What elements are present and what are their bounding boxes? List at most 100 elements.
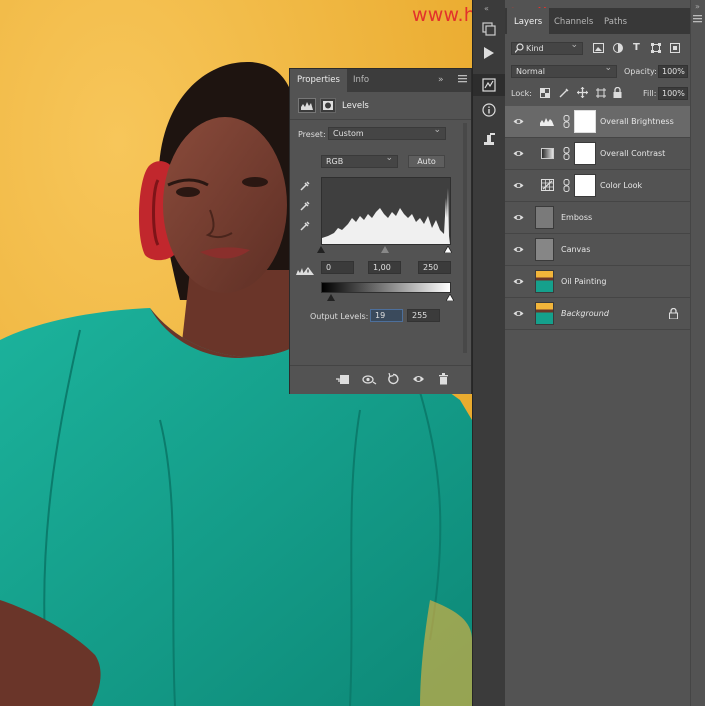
layer-thumbnail[interactable] xyxy=(535,238,554,261)
properties-scrollbar[interactable] xyxy=(463,123,467,353)
gradient-map-icon xyxy=(541,148,554,161)
search-icon xyxy=(514,43,524,55)
layer-thumbnail[interactable] xyxy=(535,302,554,325)
adjustments-strip-button[interactable] xyxy=(473,74,505,96)
lock-all-icon[interactable] xyxy=(613,86,622,100)
mask-icon[interactable] xyxy=(320,98,336,113)
tab-layers[interactable]: Layers xyxy=(507,8,550,34)
tab-properties[interactable]: Properties xyxy=(290,69,347,92)
tab-channels[interactable]: Channels xyxy=(547,8,600,34)
filter-adjustment-icon[interactable] xyxy=(613,43,623,55)
info-icon[interactable] xyxy=(482,103,496,119)
auto-button[interactable]: Auto xyxy=(408,155,445,168)
tab-info[interactable]: Info xyxy=(346,69,376,92)
layer-name[interactable]: Overall Contrast xyxy=(600,138,665,170)
filter-type-icon[interactable]: T xyxy=(633,42,640,53)
layer-name[interactable]: Background xyxy=(561,298,609,330)
input-white-slider[interactable] xyxy=(443,245,453,255)
layer-mask-thumbnail[interactable] xyxy=(574,110,596,133)
layer-row[interactable]: Canvas xyxy=(505,234,691,266)
layer-row[interactable]: Color Look xyxy=(505,170,691,202)
lock-artboard-icon[interactable] xyxy=(596,88,606,100)
layer-mask-thumbnail[interactable] xyxy=(574,142,596,165)
clipping-warning-icon[interactable] xyxy=(295,266,315,278)
lock-label: Lock: xyxy=(511,89,532,98)
layer-row[interactable]: Emboss xyxy=(505,202,691,234)
trash-icon[interactable] xyxy=(438,373,449,387)
output-black-slider[interactable] xyxy=(327,294,335,303)
view-previous-icon[interactable] xyxy=(362,374,377,387)
output-white-slider[interactable] xyxy=(445,293,455,303)
lock-position-icon[interactable] xyxy=(577,87,588,100)
layer-list: Overall Brightness Overall Contrast Colo… xyxy=(505,106,691,336)
layers-panel: Layers Channels Paths Kind T Normal Opac… xyxy=(505,8,705,706)
lock-icon[interactable] xyxy=(669,307,678,321)
layer-row[interactable]: Overall Contrast xyxy=(505,138,691,170)
output-white-field[interactable]: 255 xyxy=(407,309,440,322)
input-black-slider[interactable] xyxy=(317,246,325,255)
channel-dropdown[interactable]: RGB xyxy=(321,153,398,168)
fill-field[interactable]: 100% xyxy=(658,87,688,100)
layer-row[interactable]: Background xyxy=(505,298,691,330)
collapse-left-icon[interactable]: « xyxy=(484,4,489,13)
layer-row[interactable]: Overall Brightness xyxy=(505,106,691,138)
divider xyxy=(290,119,471,120)
eye-icon[interactable] xyxy=(513,309,524,318)
layer-row[interactable]: Oil Painting xyxy=(505,266,691,298)
gray-eyedropper-icon[interactable] xyxy=(299,200,311,214)
collapse-right-icon[interactable]: » xyxy=(695,2,700,11)
layer-thumbnail[interactable] xyxy=(535,270,554,293)
play-icon[interactable] xyxy=(484,47,494,61)
layer-name[interactable]: Canvas xyxy=(561,234,590,266)
preset-dropdown[interactable]: Custom xyxy=(328,125,446,140)
output-black-field[interactable]: 19 xyxy=(370,309,403,322)
layer-name[interactable]: Oil Painting xyxy=(561,266,606,298)
chain-link-icon[interactable] xyxy=(563,147,570,162)
input-black-field[interactable]: 0 xyxy=(321,261,354,274)
right-dock-edge: » xyxy=(690,0,705,706)
levels-adjustment-icon xyxy=(539,116,555,129)
blend-mode-dropdown[interactable]: Normal xyxy=(511,63,617,78)
layers-menu-icon[interactable] xyxy=(693,14,702,25)
clip-to-layer-icon[interactable] xyxy=(336,374,350,387)
input-gamma-field[interactable]: 1,00 xyxy=(368,261,401,274)
properties-panel: Properties Info » Levels Preset: Custom … xyxy=(289,68,472,394)
eye-icon[interactable] xyxy=(513,149,524,158)
tab-paths[interactable]: Paths xyxy=(597,8,634,34)
filter-smart-object-icon[interactable] xyxy=(670,43,680,55)
filter-pixel-icon[interactable] xyxy=(593,43,604,55)
histogram-icon[interactable] xyxy=(298,98,316,113)
eye-icon[interactable] xyxy=(513,277,524,286)
clone-source-icon[interactable] xyxy=(482,133,496,149)
eye-icon[interactable] xyxy=(513,245,524,254)
collapse-icon[interactable]: » xyxy=(438,75,444,85)
layer-name[interactable]: Emboss xyxy=(561,202,592,234)
properties-tabbar: Properties Info » xyxy=(290,69,471,92)
eye-icon[interactable] xyxy=(513,181,524,190)
chain-link-icon[interactable] xyxy=(563,179,570,194)
reset-icon[interactable] xyxy=(387,372,399,387)
input-white-field[interactable]: 250 xyxy=(418,261,451,274)
chain-link-icon[interactable] xyxy=(563,115,570,130)
layer-thumbnail[interactable] xyxy=(535,206,554,229)
opacity-field[interactable]: 100% xyxy=(658,65,688,78)
eye-icon[interactable] xyxy=(513,213,524,222)
lock-pixels-icon[interactable] xyxy=(559,88,569,100)
eye-icon[interactable] xyxy=(412,374,425,386)
preset-label: Preset: xyxy=(298,130,326,139)
filter-shape-icon[interactable] xyxy=(651,43,661,55)
black-eyedropper-icon[interactable] xyxy=(299,180,311,194)
fill-label: Fill: xyxy=(643,89,657,98)
layer-mask-thumbnail[interactable] xyxy=(574,174,596,197)
histogram-graph xyxy=(321,177,451,245)
lock-transparent-icon[interactable] xyxy=(540,88,550,100)
panel-icon-strip: « xyxy=(472,0,505,706)
layer-name[interactable]: Overall Brightness xyxy=(600,106,674,138)
eye-icon[interactable] xyxy=(513,117,524,126)
history-icon[interactable] xyxy=(482,22,496,38)
panel-menu-icon[interactable] xyxy=(458,74,467,85)
layers-tabbar: Layers Channels Paths xyxy=(505,8,705,34)
white-eyedropper-icon[interactable] xyxy=(299,220,311,234)
input-gamma-slider[interactable] xyxy=(381,246,389,255)
layer-name[interactable]: Color Look xyxy=(600,170,642,202)
